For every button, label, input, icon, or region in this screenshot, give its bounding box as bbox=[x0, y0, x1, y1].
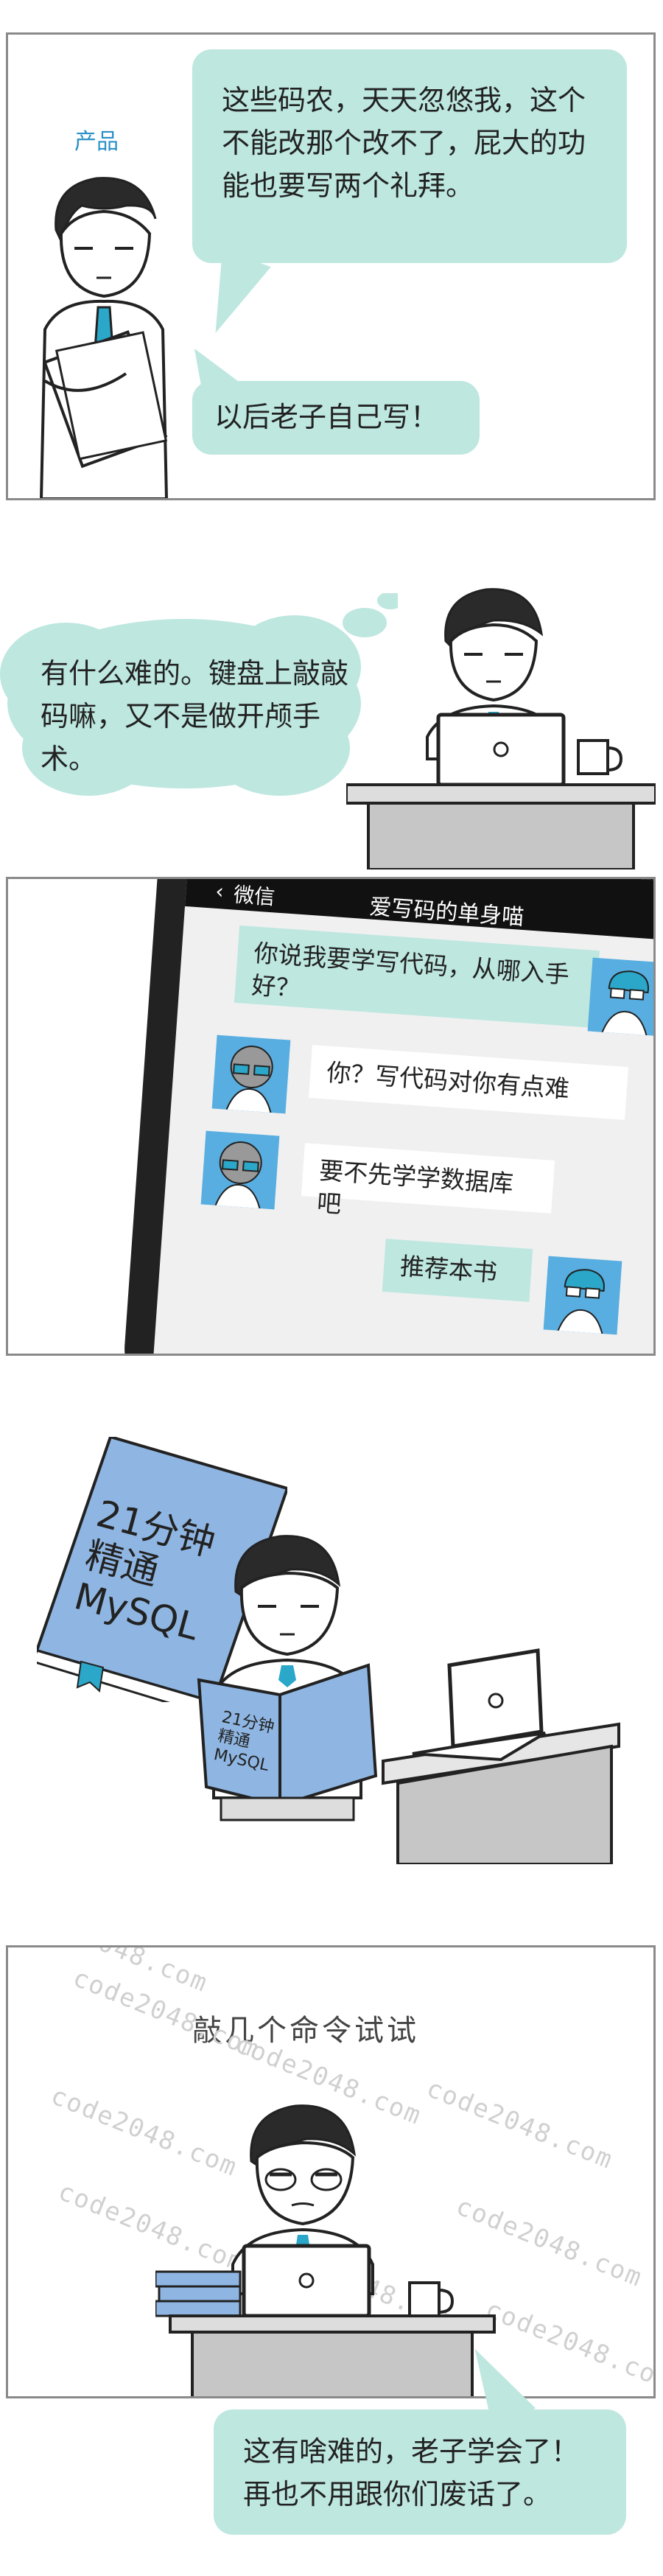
avatar-me-1 bbox=[587, 957, 653, 1037]
comic-panel-1: 产品 这些码农，天天忽悠我，这个不能改那个改不了，屁大的功能也要写两个礼拜。 以… bbox=[6, 32, 656, 500]
speech-text-top: 这些码农，天天忽悠我，这个不能改那个改不了，屁大的功能也要写两个礼拜。 bbox=[222, 84, 586, 202]
chat-message-4: 推荐本书 bbox=[382, 1239, 533, 1302]
avatar-friend-1 bbox=[211, 1035, 291, 1114]
comic-panel-2: 有什么难的。键盘上敲敲码嘛，又不是做开颅手术。 bbox=[0, 553, 663, 869]
avatar-sunglasses-icon-2 bbox=[214, 1141, 262, 1209]
book-title-small: 21分钟 精通 MySQL bbox=[211, 1707, 276, 1776]
chat-message-2-text: 你？写代码对你有点难 bbox=[326, 1057, 571, 1104]
avatar-friend-2 bbox=[200, 1130, 280, 1210]
avatar-glasses-icon bbox=[601, 970, 649, 1036]
character-typing bbox=[155, 2104, 496, 2396]
thought-text: 有什么难的。键盘上敲敲码嘛，又不是做开颅手术。 bbox=[41, 657, 349, 775]
chat-title: 爱写码的单身喵 bbox=[368, 894, 525, 931]
comic-panel-4: 21分钟 精通 MySQL 21分钟 精通 MySQL bbox=[0, 1422, 663, 1864]
comic-panel-5: 敲几个命令试试 code2048.com code2048.com code20… bbox=[6, 1945, 656, 2398]
avatar-sunglasses-icon bbox=[225, 1046, 273, 1113]
chat-message-1-text: 你说我要学写代码，从哪入手好？ bbox=[250, 938, 571, 1003]
final-speech-text: 这有啥难的，老子学会了！再也不用跟你们废话了。 bbox=[243, 2435, 580, 2510]
character-at-laptop bbox=[346, 588, 656, 869]
avatar-glasses-icon-2 bbox=[557, 1269, 605, 1334]
speech-bubble-top: 这些码农，天天忽悠我，这个不能改那个改不了，屁大的功能也要写两个礼拜。 bbox=[192, 49, 627, 263]
reading-character bbox=[197, 1535, 620, 1864]
product-manager-figure bbox=[40, 177, 168, 498]
role-label: 产品 bbox=[74, 129, 119, 155]
back-label[interactable]: 微信 bbox=[233, 879, 276, 911]
final-speech-bubble: 这有啥难的，老子学会了！再也不用跟你们废话了。 bbox=[214, 2409, 626, 2535]
chat-message-4-text: 推荐本书 bbox=[399, 1251, 499, 1287]
back-icon[interactable]: ‹ bbox=[214, 879, 224, 904]
speech-bubble-bottom: 以后老子自己写！ bbox=[192, 381, 480, 455]
speech-text-bottom: 以后老子自己写！ bbox=[214, 401, 439, 433]
avatar-me-2 bbox=[543, 1256, 622, 1335]
comic-panel-3: ‹ 微信 爱写码的单身喵 你说我要学写代码，从哪入手好？ 你？写代码对你有点难 bbox=[6, 877, 656, 1356]
